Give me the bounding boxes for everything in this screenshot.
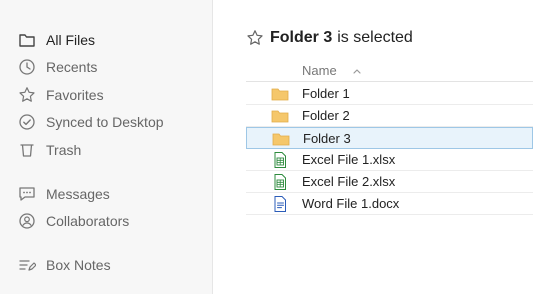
- file-browser: Folder 3 is selected Name Folder 1 Folde…: [214, 0, 533, 294]
- sidebar: All Files Recents Favorites Synced to De…: [0, 0, 213, 294]
- selection-status-text: is selected: [337, 29, 413, 46]
- folder-icon: [272, 131, 290, 147]
- word-file-icon: [271, 196, 289, 212]
- file-name: Word File 1.docx: [302, 196, 400, 211]
- excel-file-icon: [271, 152, 289, 168]
- selected-folder-name: Folder 3: [270, 29, 333, 46]
- sidebar-item-recents[interactable]: Recents: [18, 56, 97, 78]
- column-header-label: Name: [302, 63, 337, 78]
- star-icon[interactable]: [246, 29, 264, 47]
- excel-file-icon: [271, 174, 289, 190]
- sidebar-item-label: All Files: [46, 32, 96, 48]
- folder-icon: [18, 31, 36, 49]
- sidebar-item-collaborators[interactable]: Collaborators: [18, 210, 129, 232]
- check-circle-icon: [18, 113, 36, 131]
- table-row[interactable]: Folder 2: [246, 105, 533, 127]
- sidebar-item-trash[interactable]: Trash: [18, 139, 81, 161]
- sidebar-item-label: Box Notes: [46, 257, 111, 273]
- column-header-name[interactable]: Name: [246, 60, 533, 82]
- sidebar-item-box-notes[interactable]: Box Notes: [18, 254, 111, 276]
- file-name: Folder 1: [302, 86, 350, 101]
- trash-icon: [18, 141, 36, 159]
- user-circle-icon: [18, 212, 36, 230]
- folder-icon: [271, 86, 289, 102]
- sidebar-item-label: Collaborators: [46, 213, 130, 229]
- table-row[interactable]: Excel File 1.xlsx: [246, 149, 533, 171]
- folder-icon: [271, 108, 289, 124]
- sidebar-item-label: Synced to Desktop: [46, 114, 164, 130]
- notes-icon: [18, 256, 36, 274]
- table-row[interactable]: Word File 1.docx: [246, 193, 533, 215]
- table-row-selected[interactable]: Folder 3: [246, 127, 533, 149]
- sidebar-item-label: Trash: [46, 142, 82, 158]
- sidebar-item-label: Messages: [46, 186, 110, 202]
- sort-ascending-icon: [352, 64, 362, 76]
- chat-icon: [18, 185, 36, 203]
- file-name: Excel File 1.xlsx: [302, 152, 396, 167]
- star-icon: [18, 86, 36, 104]
- sidebar-item-favorites[interactable]: Favorites: [18, 84, 104, 106]
- table-row[interactable]: Folder 1: [246, 83, 533, 105]
- sidebar-item-all-files[interactable]: All Files: [18, 29, 95, 51]
- file-name: Excel File 2.xlsx: [302, 174, 396, 189]
- sidebar-item-label: Favorites: [46, 87, 104, 103]
- sidebar-item-synced-to-desktop[interactable]: Synced to Desktop: [18, 111, 164, 133]
- file-name: Folder 3: [303, 131, 351, 146]
- clock-icon: [18, 58, 36, 76]
- sidebar-item-label: Recents: [46, 59, 98, 75]
- table-row[interactable]: Excel File 2.xlsx: [246, 171, 533, 193]
- selection-header: Folder 3 is selected: [246, 27, 413, 49]
- sidebar-item-messages[interactable]: Messages: [18, 183, 110, 205]
- file-name: Folder 2: [302, 108, 350, 123]
